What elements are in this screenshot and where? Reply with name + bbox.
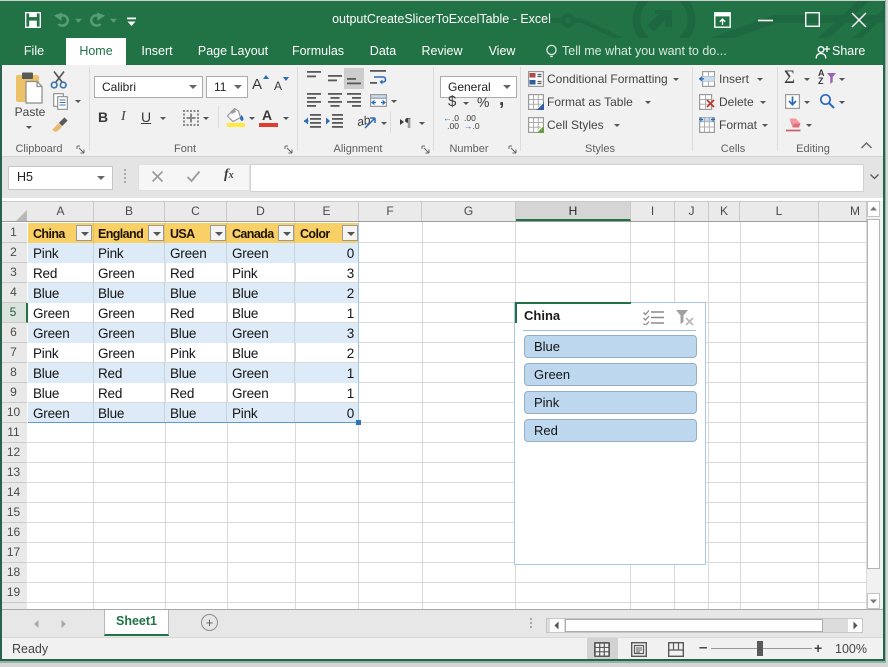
svg-text:¶: ¶ — [405, 115, 411, 129]
